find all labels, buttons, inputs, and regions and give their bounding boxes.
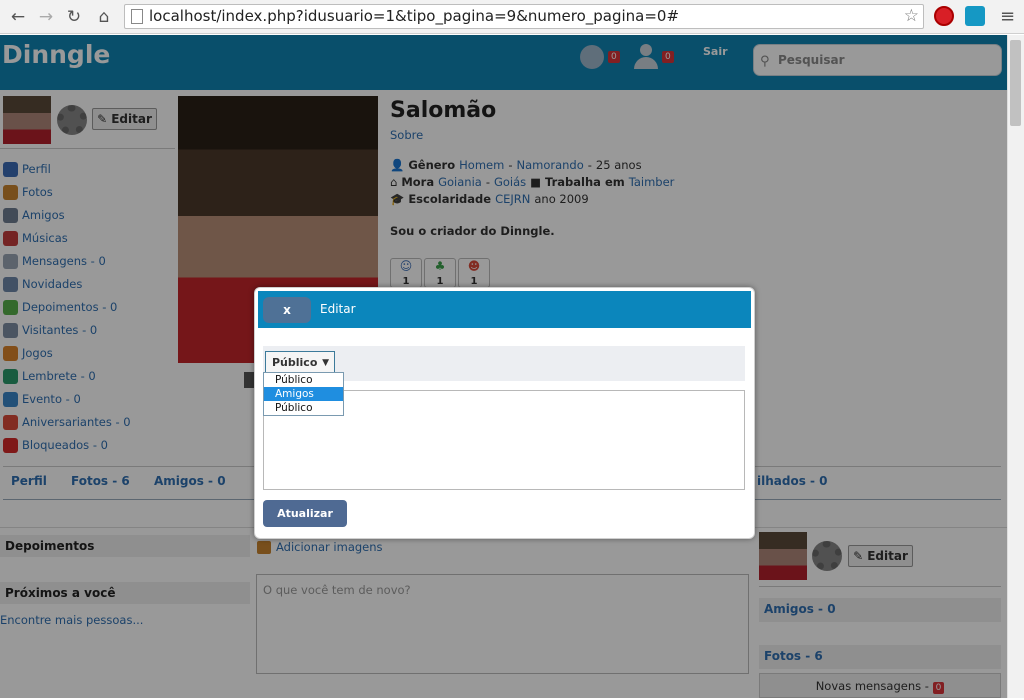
extension-icon[interactable] [965,6,985,26]
update-button[interactable]: Atualizar [263,500,347,527]
close-button[interactable]: x [263,297,311,323]
home-icon[interactable]: ⌂ [92,5,116,29]
page-icon [131,9,143,24]
modal-title: Editar [320,302,356,316]
browser-toolbar: ← → ↻ ⌂ localhost/index.php?idusuario=1&… [0,0,1024,34]
scrollbar[interactable] [1007,35,1024,698]
forward-icon[interactable]: → [34,5,58,29]
privacy-option[interactable]: Público [264,373,343,387]
privacy-dropdown: Público Amigos Público [263,372,344,416]
chevron-down-icon: ▼ [322,358,329,368]
url-text: localhost/index.php?idusuario=1&tipo_pag… [149,7,680,25]
menu-icon[interactable]: ≡ [1000,6,1015,27]
privacy-option[interactable]: Amigos [264,387,343,401]
privacy-option[interactable]: Público [264,401,343,415]
bookmark-star-icon[interactable]: ☆ [904,5,919,28]
address-bar[interactable]: localhost/index.php?idusuario=1&tipo_pag… [124,4,924,29]
modal-header: x Editar [258,291,751,328]
scrollbar-thumb[interactable] [1010,40,1021,126]
adblock-icon[interactable] [934,6,954,26]
reload-icon[interactable]: ↻ [62,5,86,29]
privacy-select-value: Público [272,356,318,369]
back-icon[interactable]: ← [6,5,30,29]
